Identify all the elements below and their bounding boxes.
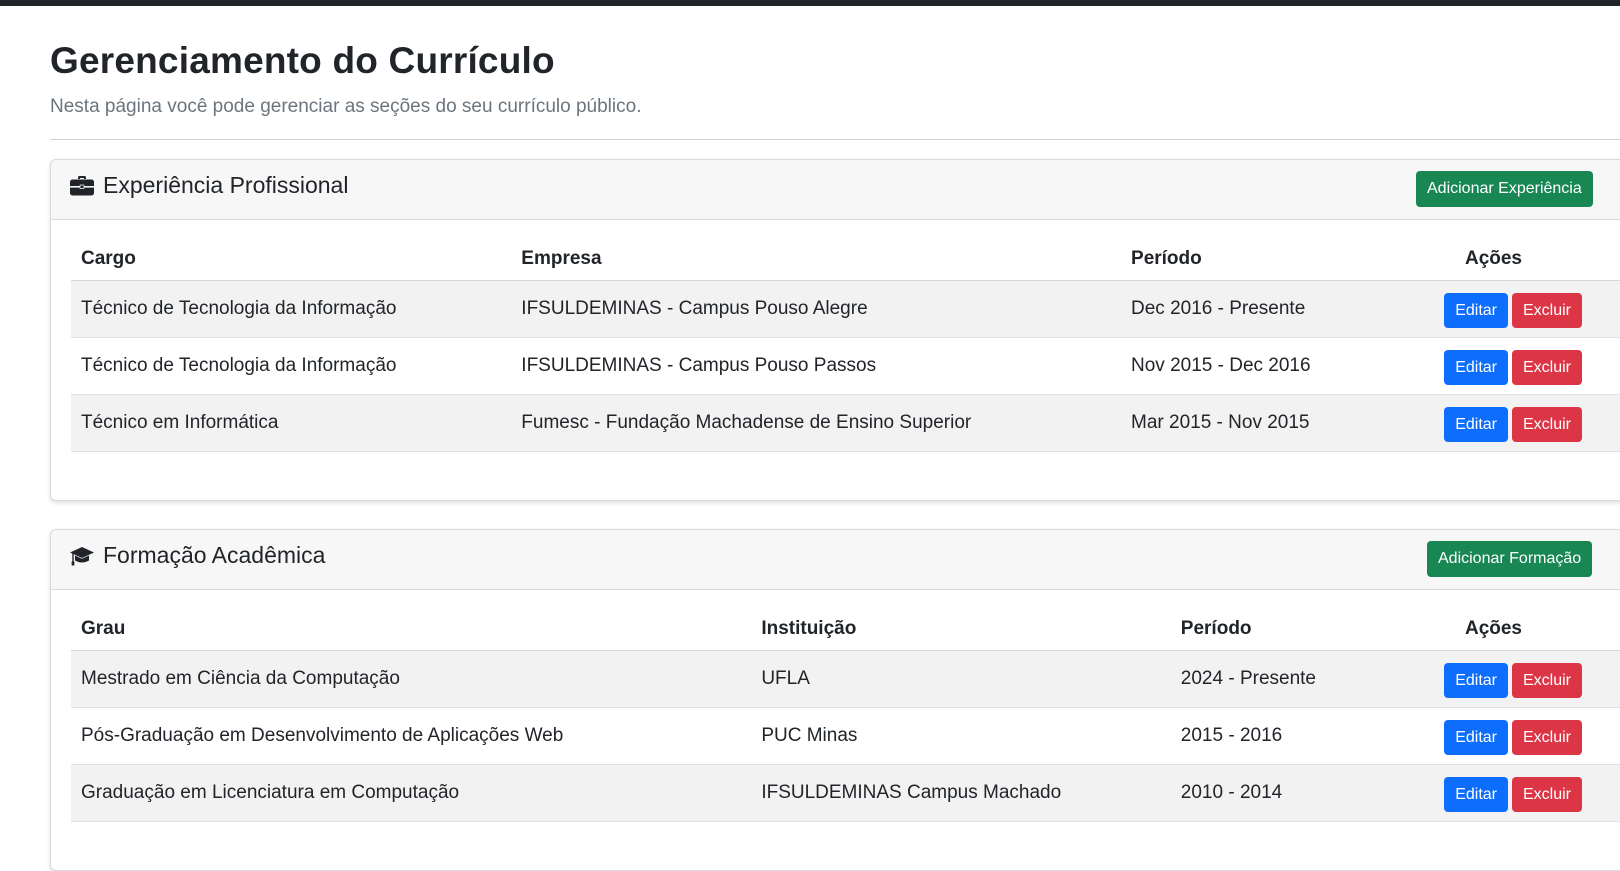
- row-cargo: Técnico de Tecnologia da Informação: [71, 280, 512, 338]
- divider: [50, 139, 1620, 140]
- row-periodo: Mar 2015 - Nov 2015: [1121, 394, 1435, 452]
- column-header-acoes: Ações: [1434, 603, 1620, 651]
- table-row: Técnico de Tecnologia da Informação IFSU…: [71, 280, 1620, 338]
- row-empresa: IFSULDEMINAS - Campus Pouso Passos: [511, 337, 1122, 395]
- edit-button[interactable]: Editar: [1444, 292, 1508, 328]
- edit-button[interactable]: Editar: [1444, 719, 1508, 755]
- row-instituicao: UFLA: [751, 650, 1171, 708]
- row-cargo: Técnico de Tecnologia da Informação: [71, 337, 512, 395]
- edit-button[interactable]: Editar: [1444, 662, 1508, 698]
- edit-button[interactable]: Editar: [1444, 406, 1508, 442]
- row-grau: Pós-Graduação em Desenvolvimento de Apli…: [71, 707, 752, 765]
- table-row: Técnico em Informática Fumesc - Fundação…: [71, 394, 1620, 452]
- delete-button[interactable]: Excluir: [1511, 406, 1582, 442]
- column-header-instituicao: Instituição: [751, 603, 1171, 651]
- column-header-empresa: Empresa: [511, 233, 1122, 281]
- delete-button[interactable]: Excluir: [1511, 349, 1582, 385]
- edit-button[interactable]: Editar: [1444, 776, 1508, 812]
- table-row: Graduação em Licenciatura em Computação …: [71, 764, 1620, 822]
- row-instituicao: PUC Minas: [751, 707, 1171, 765]
- column-header-grau: Grau: [71, 603, 752, 651]
- experience-card-title: Experiência Profissional: [103, 172, 349, 198]
- column-header-acoes: Ações: [1434, 233, 1620, 281]
- experience-table: Cargo Empresa Período Ações Técnico de T…: [71, 233, 1620, 452]
- row-empresa: IFSULDEMINAS - Campus Pouso Alegre: [511, 280, 1122, 338]
- briefcase-icon: [70, 175, 94, 195]
- row-instituicao: IFSULDEMINAS Campus Machado: [751, 764, 1171, 822]
- column-header-periodo: Período: [1170, 603, 1435, 651]
- table-row: Técnico de Tecnologia da Informação IFSU…: [71, 337, 1620, 395]
- experience-card-header: Experiência Profissional Adicionar Exper…: [51, 160, 1620, 220]
- row-periodo: 2010 - 2014: [1170, 764, 1435, 822]
- table-row: Pós-Graduação em Desenvolvimento de Apli…: [71, 707, 1620, 765]
- top-navbar: [0, 0, 1620, 6]
- graduation-cap-icon: [70, 546, 94, 565]
- education-card: Formação Acadêmica Adicionar Formação Gr…: [50, 529, 1620, 871]
- table-row: Mestrado em Ciência da Computação UFLA 2…: [71, 650, 1620, 708]
- row-empresa: Fumesc - Fundação Machadense de Ensino S…: [511, 394, 1122, 452]
- delete-button[interactable]: Excluir: [1511, 662, 1582, 698]
- add-experience-button[interactable]: Adicionar Experiência: [1416, 171, 1593, 207]
- row-periodo: 2024 - Presente: [1170, 650, 1435, 708]
- add-education-button[interactable]: Adicionar Formação: [1427, 541, 1593, 577]
- delete-button[interactable]: Excluir: [1511, 776, 1582, 812]
- education-card-title: Formação Acadêmica: [103, 542, 326, 568]
- delete-button[interactable]: Excluir: [1511, 719, 1582, 755]
- edit-button[interactable]: Editar: [1444, 349, 1508, 385]
- education-table: Grau Instituição Período Ações Mestrado …: [71, 603, 1620, 822]
- row-grau: Mestrado em Ciência da Computação: [71, 650, 752, 708]
- column-header-cargo: Cargo: [71, 233, 512, 281]
- page-title: Gerenciamento do Currículo: [50, 40, 555, 81]
- row-cargo: Técnico em Informática: [71, 394, 512, 452]
- education-card-header: Formação Acadêmica Adicionar Formação: [51, 530, 1620, 590]
- row-periodo: 2015 - 2016: [1170, 707, 1435, 765]
- delete-button[interactable]: Excluir: [1511, 292, 1582, 328]
- row-periodo: Nov 2015 - Dec 2016: [1121, 337, 1435, 395]
- page-subtitle: Nesta página você pode gerenciar as seçõ…: [50, 96, 642, 117]
- column-header-periodo: Período: [1121, 233, 1435, 281]
- experience-card: Experiência Profissional Adicionar Exper…: [50, 159, 1620, 501]
- row-periodo: Dec 2016 - Presente: [1121, 280, 1435, 338]
- row-grau: Graduação em Licenciatura em Computação: [71, 764, 752, 822]
